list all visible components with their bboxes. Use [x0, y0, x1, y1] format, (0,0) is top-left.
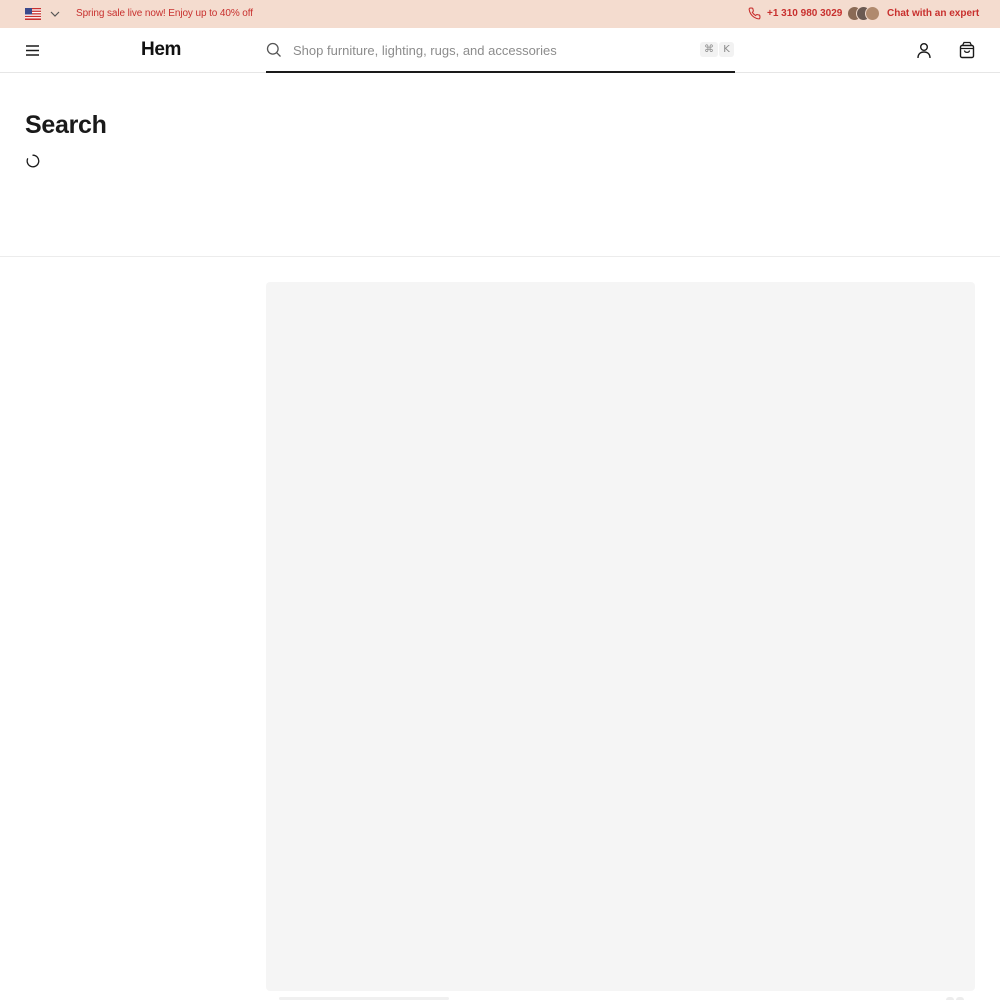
promo-text[interactable]: Spring sale live now! Enjoy up to 40% of… — [76, 8, 253, 20]
site-header: Hem ⌘ K — [0, 28, 1000, 73]
logo[interactable]: Hem — [141, 39, 181, 61]
expert-avatars[interactable] — [847, 6, 881, 22]
search-input[interactable] — [293, 38, 693, 62]
us-flag-icon[interactable] — [25, 8, 41, 20]
phone-icon — [748, 7, 761, 20]
user-icon[interactable] — [916, 42, 932, 59]
shortcut-modifier-key: ⌘ — [700, 42, 718, 57]
phone-number-link[interactable]: +1 310 980 3029 — [767, 8, 842, 20]
chevron-down-icon[interactable] — [49, 8, 61, 20]
avatar — [865, 6, 880, 21]
shortcut-key: K — [719, 42, 734, 57]
loading-spinner-icon — [26, 154, 40, 168]
search-bar: ⌘ K — [266, 28, 735, 73]
section-divider — [0, 256, 1000, 257]
announcement-bar: Spring sale live now! Enjoy up to 40% of… — [0, 0, 1000, 28]
page-title: Search — [25, 111, 107, 139]
shopping-bag-icon[interactable] — [959, 41, 975, 59]
hamburger-menu-icon[interactable] — [24, 42, 41, 59]
search-icon — [266, 42, 281, 57]
product-image-placeholder[interactable] — [266, 282, 975, 991]
chat-with-expert-link[interactable]: Chat with an expert — [887, 8, 979, 20]
